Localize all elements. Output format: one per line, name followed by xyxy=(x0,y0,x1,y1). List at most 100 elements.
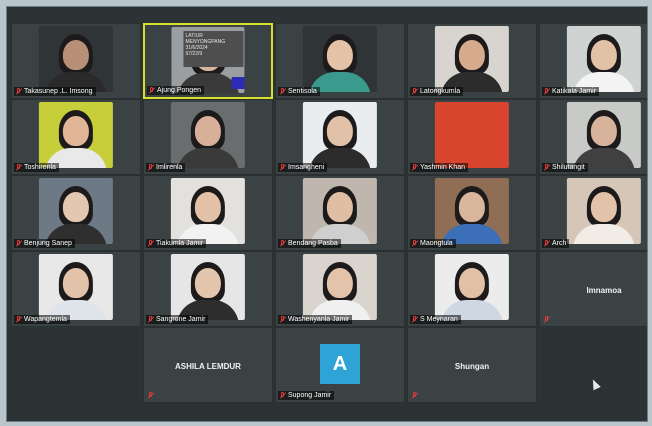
muted-mic-icon xyxy=(544,316,550,323)
participant-face xyxy=(326,268,353,298)
participant-face xyxy=(194,192,221,222)
participant-name-label xyxy=(542,315,553,324)
participant-name-label xyxy=(410,391,421,400)
muted-mic-icon xyxy=(412,240,418,247)
participant-name-label: S Meynaran xyxy=(410,315,461,324)
participant-name-label: Arch xyxy=(542,239,570,248)
participant-tile[interactable]: Toshirenla xyxy=(11,99,141,175)
empty-grid-cell xyxy=(539,327,647,403)
participant-tile[interactable]: LATIUR MENYONGPANG 31/6/2024 97/22/9 Ajung … xyxy=(143,23,273,99)
participant-tile[interactable]: Arch xyxy=(539,175,647,251)
participant-name: Sentisola xyxy=(288,88,317,95)
participant-face xyxy=(62,116,89,146)
participant-face xyxy=(458,40,485,70)
participant-tile[interactable]: Imsangheni xyxy=(275,99,405,175)
participant-shoulders xyxy=(572,224,635,244)
participant-name: Washenyanla Jamir xyxy=(288,316,350,323)
muted-mic-icon xyxy=(148,392,154,399)
participant-video xyxy=(302,254,378,320)
muted-mic-icon xyxy=(280,164,286,171)
participant-video xyxy=(434,26,510,92)
participant-video xyxy=(434,254,510,320)
muted-mic-icon xyxy=(544,88,550,95)
participant-tile[interactable]: Imnamoa xyxy=(539,251,647,327)
participant-tile[interactable]: Maongtula xyxy=(407,175,537,251)
participant-name-label xyxy=(146,391,157,400)
muted-mic-icon xyxy=(280,240,286,247)
participant-name-label: Maongtula xyxy=(410,239,456,248)
participant-tile[interactable]: ASHILA LEMDUR xyxy=(143,327,273,403)
participant-face xyxy=(590,192,617,222)
participant-face xyxy=(326,40,353,70)
participant-name: Latongkumla xyxy=(420,88,461,95)
participant-face xyxy=(62,40,89,70)
participant-name: Katikala Jamir xyxy=(552,88,596,95)
participant-name-label: Ajung Pongen xyxy=(147,86,204,95)
participant-avatar: A xyxy=(320,344,360,384)
participant-face xyxy=(590,40,617,70)
participant-tile[interactable]: Washenyanla Jamir xyxy=(275,251,405,327)
participant-name: Yashmin Khan xyxy=(420,164,466,171)
participant-name-label: Imlirenla xyxy=(146,163,186,172)
participant-name: Maongtula xyxy=(420,240,453,247)
participant-tile[interactable]: Shilutangit xyxy=(539,99,647,175)
participant-video xyxy=(170,102,246,168)
participant-center-name: Shungan xyxy=(454,362,490,371)
participant-tile[interactable]: A Supong Jamir xyxy=(275,327,405,403)
participant-name-label: Katikala Jamir xyxy=(542,87,599,96)
participant-name-label: Shilutangit xyxy=(542,163,588,172)
participant-video xyxy=(302,26,378,92)
participant-name: Imlirenla xyxy=(156,164,183,171)
participant-name: Takasunep .L. Imsong xyxy=(24,88,93,95)
participant-video xyxy=(302,102,378,168)
participant-face xyxy=(62,192,89,222)
participant-video xyxy=(170,178,246,244)
chalkboard-line: LATIUR MENYONGPANG xyxy=(185,33,226,45)
participant-name-label: Wapangtemla xyxy=(14,315,70,324)
chalkboard: LATIUR MENYONGPANG 31/6/2024 97/22/9 xyxy=(183,31,244,67)
phone-icon xyxy=(231,77,245,89)
participant-name-label: Benjung Sanep xyxy=(14,239,75,248)
empty-grid-cell xyxy=(11,327,141,403)
participant-face xyxy=(326,192,353,222)
participant-video xyxy=(38,178,114,244)
participant-video xyxy=(38,26,114,92)
participant-shoulders xyxy=(176,148,239,168)
muted-mic-icon xyxy=(16,164,22,171)
muted-mic-icon xyxy=(16,88,22,95)
participant-tile[interactable]: Katikala Jamir xyxy=(539,23,647,99)
muted-mic-icon xyxy=(280,392,286,399)
participant-tile[interactable]: S Meynaran xyxy=(407,251,537,327)
participant-tile[interactable]: Wapangtemla xyxy=(11,251,141,327)
participant-name: Wapangtemla xyxy=(24,316,67,323)
participant-name: Toshirenla xyxy=(24,164,56,171)
participant-name: Shilutangit xyxy=(552,164,585,171)
muted-mic-icon xyxy=(148,164,154,171)
muted-mic-icon xyxy=(16,240,22,247)
participant-tile[interactable]: Shungan xyxy=(407,327,537,403)
participant-name-label: Yashmin Khan xyxy=(410,163,469,172)
participant-tile[interactable]: Bendang Pasba xyxy=(275,175,405,251)
participant-tile[interactable]: Sangrone Jamir xyxy=(143,251,273,327)
participant-tile[interactable]: Sentisola xyxy=(275,23,405,99)
participant-name: Tiakumla Jamir xyxy=(156,240,204,247)
participant-tile[interactable]: Yashmin Khan xyxy=(407,99,537,175)
participant-name-label: Toshirenla xyxy=(14,163,59,172)
participant-tile[interactable]: Takasunep .L. Imsong xyxy=(11,23,141,99)
chalkboard-line: 97/22/9 xyxy=(185,51,203,57)
participant-grid: Takasunep .L. Imsong LATIUR MENYONGPANG 31… xyxy=(11,23,647,403)
participant-name-label: Bendang Pasba xyxy=(278,239,341,248)
participant-name: Bendang Pasba xyxy=(288,240,338,247)
participant-name-label: Sentisola xyxy=(278,87,320,96)
participant-tile[interactable]: Tiakumla Jamir xyxy=(143,175,273,251)
participant-name: Benjung Sanep xyxy=(24,240,72,247)
participant-tile[interactable]: Latongkumla xyxy=(407,23,537,99)
participant-center-name: Imnamoa xyxy=(586,286,622,295)
participant-tile[interactable]: Benjung Sanep xyxy=(11,175,141,251)
participant-tile[interactable]: Imlirenla xyxy=(143,99,273,175)
participant-name: S Meynaran xyxy=(420,316,458,323)
muted-mic-icon xyxy=(544,164,550,171)
muted-mic-icon xyxy=(412,392,418,399)
muted-mic-icon xyxy=(148,240,154,247)
muted-mic-icon xyxy=(544,240,550,247)
